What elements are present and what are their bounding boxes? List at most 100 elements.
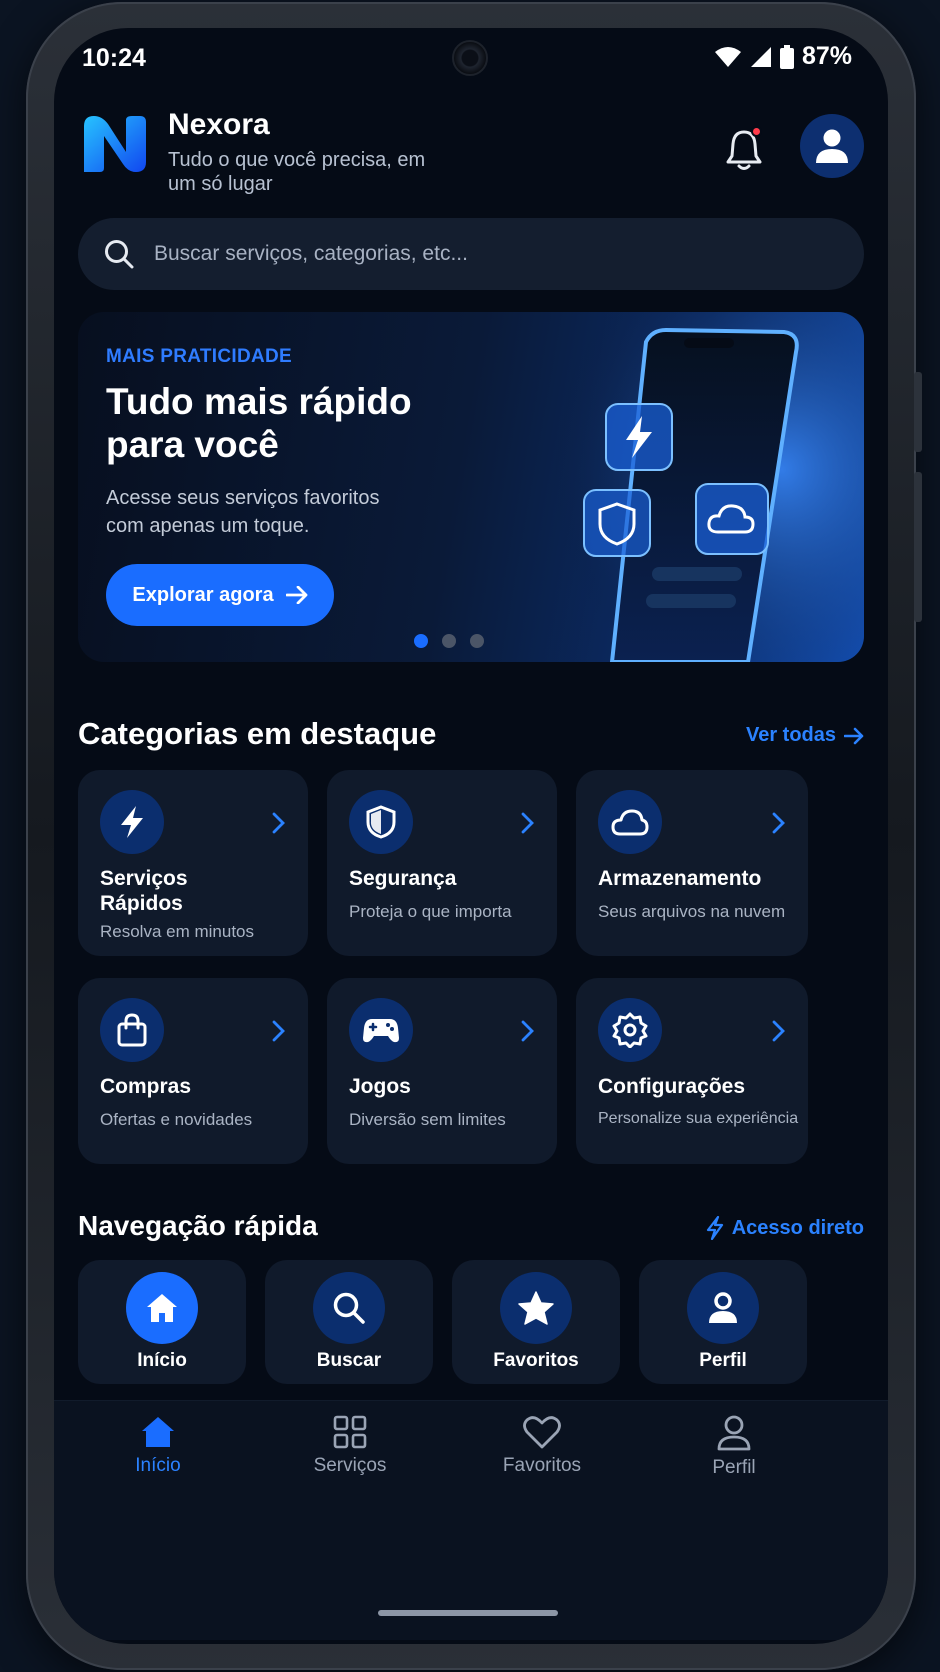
search-input[interactable]	[154, 242, 754, 266]
gamepad-icon	[349, 998, 413, 1062]
category-grid: Serviços Rápidos Resolva em minutos Segu…	[78, 770, 864, 1164]
avatar-button[interactable]	[800, 114, 864, 178]
bottom-nav-services[interactable]: Serviços	[280, 1415, 420, 1477]
chevron-right-icon	[521, 1020, 534, 1042]
category-card-shopping[interactable]: Compras Ofertas e novidades	[78, 978, 308, 1164]
quick-nav-label: Perfil	[699, 1350, 747, 1371]
quick-nav-profile[interactable]: Perfil	[639, 1260, 807, 1384]
bottom-nav-profile[interactable]: Perfil	[664, 1415, 804, 1479]
category-description: Proteja o que importa	[349, 902, 512, 921]
app-header: Nexora Tudo o que você precisa, em um só…	[78, 106, 864, 196]
quick-nav-favorites[interactable]: Favoritos	[452, 1260, 620, 1384]
grid-icon	[333, 1415, 367, 1449]
nexora-logo-icon	[84, 116, 146, 172]
status-time: 10:24	[82, 44, 146, 72]
heart-icon	[523, 1416, 561, 1449]
category-card-storage[interactable]: Armazenamento Seus arquivos na nuvem	[576, 770, 808, 956]
chevron-right-icon	[521, 812, 534, 834]
app-screen: 10:24 87% Nexora Tudo o que você precisa	[54, 28, 888, 1644]
category-name: Serviços Rápidos	[100, 867, 188, 915]
cloud-icon	[598, 790, 662, 854]
star-icon	[500, 1272, 572, 1344]
quick-nav-row: Início Buscar Favoritos Perfil	[78, 1260, 864, 1384]
category-description: Seus arquivos na nuvem	[598, 902, 786, 921]
arrow-right-icon	[285, 586, 307, 604]
battery-level: 87%	[801, 42, 852, 70]
carousel-dot[interactable]	[414, 634, 428, 648]
category-name: Configurações	[598, 1075, 746, 1098]
explore-button-label: Explorar agora	[132, 583, 274, 606]
category-name: Segurança	[349, 867, 457, 890]
carousel-dot[interactable]	[442, 634, 456, 648]
phone-frame: 10:24 87% Nexora Tudo o que você precisa	[26, 2, 922, 1670]
shield-tile	[583, 489, 651, 557]
user-icon	[816, 129, 848, 163]
category-name: Compras	[100, 1075, 192, 1098]
status-indicators: 87%	[714, 42, 852, 71]
phone-illustration	[534, 312, 864, 662]
category-description: Resolva em minutos	[100, 922, 255, 941]
bottom-nav-label: Perfil	[712, 1457, 756, 1478]
category-description: Personalize sua experiência	[598, 1110, 799, 1127]
cloud-tile	[695, 483, 769, 555]
category-name: Jogos	[349, 1075, 411, 1098]
chevron-right-icon	[772, 1020, 785, 1042]
battery-icon	[779, 44, 794, 69]
category-description: Ofertas e novidades	[100, 1110, 253, 1129]
side-button	[914, 472, 922, 622]
quick-nav-label: Início	[137, 1350, 187, 1371]
volume-button	[914, 372, 922, 452]
chevron-right-icon	[772, 812, 785, 834]
direct-access-link[interactable]: Acesso direto	[706, 1216, 864, 1240]
bolt-icon	[706, 1216, 723, 1240]
quick-nav-label: Favoritos	[493, 1350, 579, 1371]
gear-icon	[598, 998, 662, 1062]
shopping-bag-icon	[100, 998, 164, 1062]
category-card-settings[interactable]: Configurações Personalize sua experiênci…	[576, 978, 808, 1164]
status-bar: 10:24 87%	[54, 28, 888, 98]
carousel-dots	[414, 634, 484, 648]
see-all-link[interactable]: Ver todas	[746, 724, 864, 747]
chevron-right-icon	[272, 1020, 285, 1042]
bottom-nav-favorites[interactable]: Favoritos	[472, 1415, 612, 1477]
bottom-nav-label: Serviços	[313, 1455, 387, 1476]
category-card-games[interactable]: Jogos Diversão sem limites	[327, 978, 557, 1164]
bolt-icon	[100, 790, 164, 854]
quick-nav-search[interactable]: Buscar	[265, 1260, 433, 1384]
banner-title: Tudo mais rápido para você	[106, 381, 412, 465]
wifi-icon	[714, 46, 741, 67]
categories-title: Categorias em destaque	[78, 716, 437, 751]
bottom-navigation: Início Serviços Favoritos Perfil	[54, 1400, 888, 1640]
bottom-nav-home[interactable]: Início	[88, 1415, 228, 1477]
arrow-right-icon	[844, 727, 864, 744]
banner-eyebrow: MAIS PRATICIDADE	[106, 346, 293, 367]
bolt-tile	[605, 403, 673, 471]
quick-nav-label: Buscar	[316, 1350, 382, 1371]
search-icon	[313, 1272, 385, 1344]
search-bar[interactable]	[78, 218, 864, 290]
home-indicator[interactable]	[378, 1610, 558, 1616]
category-name: Armazenamento	[598, 867, 762, 890]
signal-icon	[750, 46, 771, 67]
notification-badge	[751, 126, 762, 137]
category-card-security[interactable]: Segurança Proteja o que importa	[327, 770, 557, 956]
brand-tagline: Tudo o que você precisa, em um só lugar	[168, 149, 426, 195]
bottom-nav-label: Favoritos	[502, 1455, 582, 1476]
search-icon	[105, 240, 134, 269]
bottom-nav-label: Início	[135, 1455, 181, 1476]
category-card-fast-services[interactable]: Serviços Rápidos Resolva em minutos	[78, 770, 308, 956]
quick-nav-home[interactable]: Início	[78, 1260, 246, 1384]
shield-icon	[349, 790, 413, 854]
home-icon	[142, 1417, 174, 1447]
user-icon	[717, 1415, 751, 1451]
banner-subtitle: Acesse seus serviços favoritos com apena…	[106, 487, 380, 537]
front-camera	[452, 40, 488, 76]
direct-access-label: Acesso direto	[731, 1216, 864, 1239]
chevron-right-icon	[272, 812, 285, 834]
quick-nav-title: Navegação rápida	[78, 1210, 318, 1241]
brand-name: Nexora	[168, 108, 270, 141]
promo-banner[interactable]: MAIS PRATICIDADE Tudo mais rápido para v…	[78, 312, 864, 662]
carousel-dot[interactable]	[470, 634, 484, 648]
explore-button[interactable]: Explorar agora	[106, 564, 334, 626]
user-icon	[687, 1272, 759, 1344]
